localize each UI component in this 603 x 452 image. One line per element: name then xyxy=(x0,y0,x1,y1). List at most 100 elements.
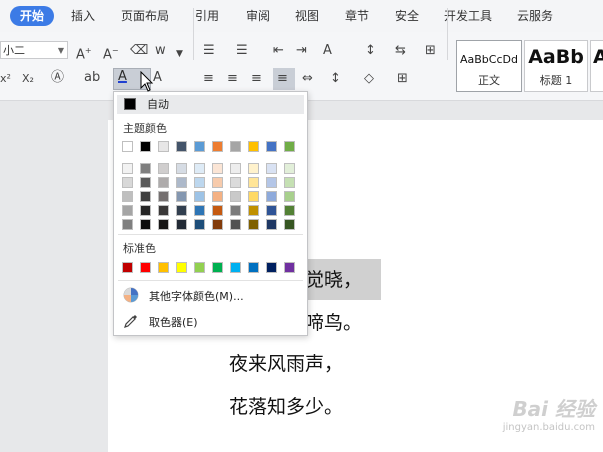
poem-line[interactable]: 觉晓， xyxy=(305,268,362,292)
theme-color-swatch[interactable] xyxy=(212,141,223,152)
char-shading-icon[interactable]: A xyxy=(153,69,162,87)
theme-shade-swatch[interactable] xyxy=(176,219,187,230)
tab-references[interactable]: 引用 xyxy=(195,6,219,26)
theme-shade-swatch[interactable] xyxy=(194,205,205,216)
theme-shade-swatch[interactable] xyxy=(122,219,133,230)
standard-color-swatch[interactable] xyxy=(140,262,151,273)
increase-indent-icon[interactable]: ⇥ xyxy=(296,42,307,60)
theme-color-swatch[interactable] xyxy=(284,141,295,152)
theme-shade-swatch[interactable] xyxy=(248,177,259,188)
theme-shade-swatch[interactable] xyxy=(194,191,205,202)
tab-security[interactable]: 安全 xyxy=(395,6,419,26)
theme-color-swatch[interactable] xyxy=(122,141,133,152)
shading-icon[interactable]: ◇ xyxy=(364,70,374,88)
theme-shade-swatch[interactable] xyxy=(140,205,151,216)
theme-shade-swatch[interactable] xyxy=(230,163,241,174)
tab-view[interactable]: 视图 xyxy=(295,6,319,26)
theme-shade-swatch[interactable] xyxy=(212,205,223,216)
theme-color-swatch[interactable] xyxy=(158,141,169,152)
shrink-font-icon[interactable]: A− xyxy=(103,42,119,64)
tab-review[interactable]: 审阅 xyxy=(246,6,270,26)
align-right-icon[interactable]: ≡ xyxy=(251,70,262,88)
theme-shade-swatch[interactable] xyxy=(158,219,169,230)
theme-shade-swatch[interactable] xyxy=(266,191,277,202)
theme-shade-swatch[interactable] xyxy=(122,205,133,216)
theme-shade-swatch[interactable] xyxy=(122,191,133,202)
standard-color-swatch[interactable] xyxy=(266,262,277,273)
theme-shade-swatch[interactable] xyxy=(212,219,223,230)
theme-shade-swatch[interactable] xyxy=(284,163,295,174)
theme-shade-swatch[interactable] xyxy=(158,205,169,216)
standard-color-swatch[interactable] xyxy=(230,262,241,273)
align-left-icon[interactable]: ≡ xyxy=(203,70,214,88)
standard-color-swatch[interactable] xyxy=(122,262,133,273)
text-direction-icon[interactable]: A xyxy=(323,42,332,60)
tab-page-layout[interactable]: 页面布局 xyxy=(121,6,169,26)
theme-shade-swatch[interactable] xyxy=(284,191,295,202)
theme-shade-swatch[interactable] xyxy=(122,163,133,174)
theme-shade-swatch[interactable] xyxy=(248,219,259,230)
pinyin-icon[interactable]: 𝗐 xyxy=(155,42,166,60)
theme-shade-swatch[interactable] xyxy=(266,163,277,174)
standard-color-swatch[interactable] xyxy=(248,262,259,273)
highlight-icon[interactable]: ab xyxy=(84,69,100,87)
theme-shade-swatch[interactable] xyxy=(140,177,151,188)
poem-line[interactable]: 花落知多少。 xyxy=(229,395,343,419)
theme-shade-swatch[interactable] xyxy=(248,163,259,174)
theme-color-swatch[interactable] xyxy=(230,141,241,152)
theme-shade-swatch[interactable] xyxy=(284,177,295,188)
theme-shade-swatch[interactable] xyxy=(248,191,259,202)
subscript-icon[interactable]: X₂ xyxy=(22,70,34,88)
grow-font-icon[interactable]: A+ xyxy=(76,42,92,64)
theme-color-swatch[interactable] xyxy=(194,141,205,152)
line-spacing-icon[interactable]: ↕ xyxy=(330,70,341,88)
show-marks-icon[interactable]: ⇆ xyxy=(395,42,406,60)
theme-shade-swatch[interactable] xyxy=(266,205,277,216)
theme-shade-swatch[interactable] xyxy=(194,219,205,230)
style-normal[interactable]: AaBbCcDd 正文 xyxy=(456,40,522,92)
theme-color-swatch[interactable] xyxy=(140,141,151,152)
theme-shade-swatch[interactable] xyxy=(140,191,151,202)
standard-color-swatch[interactable] xyxy=(176,262,187,273)
bullets-icon[interactable]: ☰ xyxy=(203,42,215,60)
theme-shade-swatch[interactable] xyxy=(176,191,187,202)
tab-developer[interactable]: 开发工具 xyxy=(444,6,492,26)
standard-color-swatch[interactable] xyxy=(194,262,205,273)
more-font-colors-item[interactable]: 其他字体颜色(M)... xyxy=(117,286,304,306)
theme-shade-swatch[interactable] xyxy=(158,177,169,188)
theme-shade-swatch[interactable] xyxy=(212,163,223,174)
theme-color-swatch[interactable] xyxy=(248,141,259,152)
theme-shade-swatch[interactable] xyxy=(158,191,169,202)
tab-cloud[interactable]: 云服务 xyxy=(517,6,553,26)
style-heading-1[interactable]: AaBb 标题 1 xyxy=(524,40,588,92)
eraser-icon[interactable]: ⌫ xyxy=(130,42,148,60)
theme-shade-swatch[interactable] xyxy=(284,219,295,230)
theme-shade-swatch[interactable] xyxy=(140,219,151,230)
theme-shade-swatch[interactable] xyxy=(194,163,205,174)
decrease-indent-icon[interactable]: ⇤ xyxy=(273,42,284,60)
standard-color-swatch[interactable] xyxy=(158,262,169,273)
theme-shade-swatch[interactable] xyxy=(284,205,295,216)
theme-shade-swatch[interactable] xyxy=(230,191,241,202)
theme-shade-swatch[interactable] xyxy=(176,177,187,188)
theme-color-swatch[interactable] xyxy=(266,141,277,152)
tab-home[interactable]: 开始 xyxy=(10,6,55,26)
tab-insert[interactable]: 插入 xyxy=(71,6,95,26)
theme-color-swatch[interactable] xyxy=(176,141,187,152)
standard-color-swatch[interactable] xyxy=(284,262,295,273)
style-heading-2[interactable]: A xyxy=(590,40,603,92)
theme-shade-swatch[interactable] xyxy=(266,177,277,188)
theme-shade-swatch[interactable] xyxy=(176,205,187,216)
theme-shade-swatch[interactable] xyxy=(140,163,151,174)
theme-shade-swatch[interactable] xyxy=(248,205,259,216)
distributed-icon[interactable]: ⇔ xyxy=(302,70,313,88)
poem-line[interactable]: 啼鸟。 xyxy=(305,311,362,335)
theme-shade-swatch[interactable] xyxy=(266,219,277,230)
borders-icon[interactable]: ⊞ xyxy=(397,70,408,88)
theme-shade-swatch[interactable] xyxy=(230,205,241,216)
theme-shade-swatch[interactable] xyxy=(212,177,223,188)
numbering-icon[interactable]: ☰ xyxy=(236,42,248,60)
eyedropper-item[interactable]: 取色器(E) xyxy=(117,312,304,332)
superscript-icon[interactable]: x² xyxy=(0,70,11,88)
theme-shade-swatch[interactable] xyxy=(194,177,205,188)
